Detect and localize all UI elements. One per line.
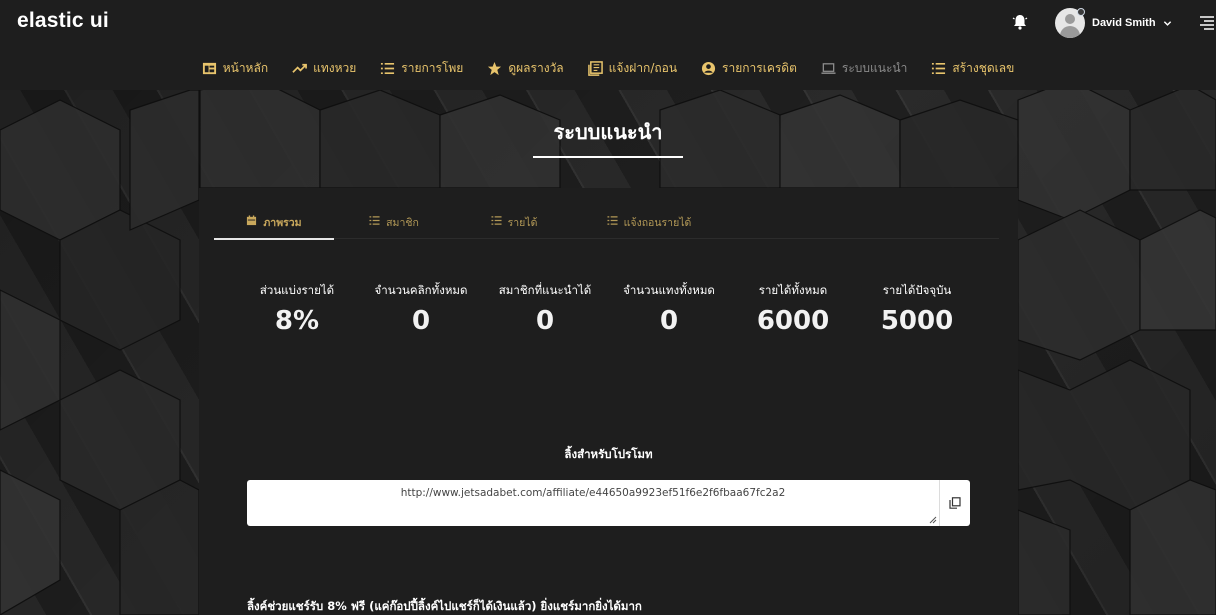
list-icon — [381, 62, 395, 74]
stat-revenue-share: ส่วนแบ่งรายได้ 8% — [235, 282, 359, 336]
nav-item-bet[interactable]: แทงหวย — [292, 57, 356, 79]
resize-grip-icon[interactable] — [929, 516, 937, 524]
list-icon — [607, 216, 618, 225]
chevron-down-icon — [1163, 20, 1171, 26]
nav-item-create-numbers[interactable]: สร้างชุดเลข — [931, 57, 1014, 79]
nav-item-label: สร้างชุดเลข — [952, 60, 1015, 75]
stat-value: 5000 — [880, 306, 954, 336]
promo-link-value: http://www.jetsadabet.com/affiliate/e446… — [400, 487, 786, 499]
stat-label: จำนวนแทงทั้งหมด — [623, 283, 715, 297]
user-name: David Smith — [1092, 17, 1156, 29]
star-icon — [488, 61, 502, 75]
nav-item-label: ดูผลรางวัล — [508, 60, 564, 75]
copy-button[interactable] — [939, 480, 970, 526]
promo-link-box: http://www.jetsadabet.com/affiliate/e446… — [247, 480, 970, 526]
nav-item-label: ระบบแนะนำ — [841, 60, 908, 75]
brand-logo[interactable]: elastic ui — [17, 9, 109, 33]
tab-label: ภาพรวม — [263, 217, 302, 229]
stat-value: 0 — [659, 306, 679, 336]
stat-current-income: รายได้ปัจจุบัน 5000 — [855, 282, 979, 336]
nav-item-results[interactable]: ดูผลรางวัล — [487, 57, 564, 79]
tab-bar: ภาพรวม สมาชิก รายได้ แจ้งถอนรายได้ — [214, 208, 999, 240]
nav-item-referral[interactable]: ระบบแนะนำ — [821, 57, 907, 79]
stat-label: สมาชิกที่แนะนำได้ — [498, 283, 592, 297]
copy-icon — [949, 497, 961, 509]
nav-item-label: รายการโพย — [401, 60, 464, 75]
stat-label: รายได้ปัจจุบัน — [882, 283, 952, 297]
stat-value: 0 — [535, 306, 555, 336]
tab-overview[interactable]: ภาพรวม — [214, 208, 334, 240]
nav-item-home[interactable]: หน้าหลัก — [202, 57, 268, 79]
list-icon — [369, 216, 380, 225]
stat-label: จำนวนคลิกทั้งหมด — [374, 283, 468, 297]
calendar-icon — [247, 215, 257, 226]
referral-card: ภาพรวม สมาชิก รายได้ แจ้งถอนรายได้ ส่วนแ… — [199, 188, 1018, 615]
stat-value: 6000 — [756, 306, 830, 336]
tab-label: รายได้ — [507, 217, 538, 229]
trend-icon — [292, 63, 307, 73]
tab-label: แจ้งถอนรายได้ — [623, 217, 692, 229]
stat-referred-members: สมาชิกที่แนะนำได้ 0 — [483, 282, 607, 336]
tab-members[interactable]: สมาชิก — [334, 208, 454, 239]
tab-income[interactable]: รายได้ — [454, 208, 574, 239]
stat-value: 8% — [274, 306, 320, 336]
tab-withdraw-income[interactable]: แจ้งถอนรายได้ — [574, 208, 724, 239]
stat-total-bets: จำนวนแทงทั้งหมด 0 — [607, 282, 731, 336]
nav-item-deposit-withdraw[interactable]: แจ้งฝาก/ถอน — [587, 57, 678, 79]
nav-item-label: หน้าหลัก — [222, 60, 269, 75]
list-icon — [932, 62, 946, 74]
share-info-text: ลิ้งค์ช่วยแชร์รับ 8% ฟรี (แค่ก๊อปปี้ลิ้ง… — [247, 599, 642, 613]
user-menu[interactable]: David Smith — [1055, 8, 1172, 38]
stat-label: ส่วนแบ่งรายได้ — [259, 283, 335, 297]
stat-value: 0 — [411, 306, 431, 336]
stat-label: รายได้ทั้งหมด — [758, 283, 828, 297]
bell-icon[interactable] — [1011, 13, 1029, 31]
page-title: ระบบแนะนำ — [553, 120, 663, 144]
hamburger-icon[interactable] — [1199, 15, 1215, 31]
dashboard-icon — [202, 62, 216, 74]
promo-link-field[interactable]: http://www.jetsadabet.com/affiliate/e446… — [247, 480, 939, 526]
title-underline — [533, 156, 683, 158]
stats-row: ส่วนแบ่งรายได้ 8% จำนวนคลิกทั้งหมด 0 สมา… — [235, 282, 979, 336]
user-circle-icon — [701, 61, 716, 75]
top-bar: elastic ui David Smith — [0, 0, 1216, 46]
promo-link-label: ลิ้งสำหรับโปรโมท — [564, 447, 653, 461]
status-indicator — [1077, 8, 1085, 16]
nav-item-label: แทงหวย — [313, 60, 357, 75]
main-nav: หน้าหลัก แทงหวย รายการโพย ดูผลรางวัล แจ้… — [0, 46, 1216, 90]
nav-item-label: แจ้งฝาก/ถอน — [608, 60, 678, 75]
nav-item-bet-list[interactable]: รายการโพย — [380, 57, 463, 79]
nav-item-credit-list[interactable]: รายการเครดิต — [701, 57, 797, 79]
stat-total-clicks: จำนวนคลิกทั้งหมด 0 — [359, 282, 483, 336]
list-icon — [491, 216, 502, 225]
tab-label: สมาชิก — [386, 217, 419, 229]
book-icon — [587, 60, 603, 76]
laptop-icon — [821, 62, 836, 74]
stat-total-income: รายได้ทั้งหมด 6000 — [731, 282, 855, 336]
nav-item-label: รายการเครดิต — [722, 60, 797, 75]
